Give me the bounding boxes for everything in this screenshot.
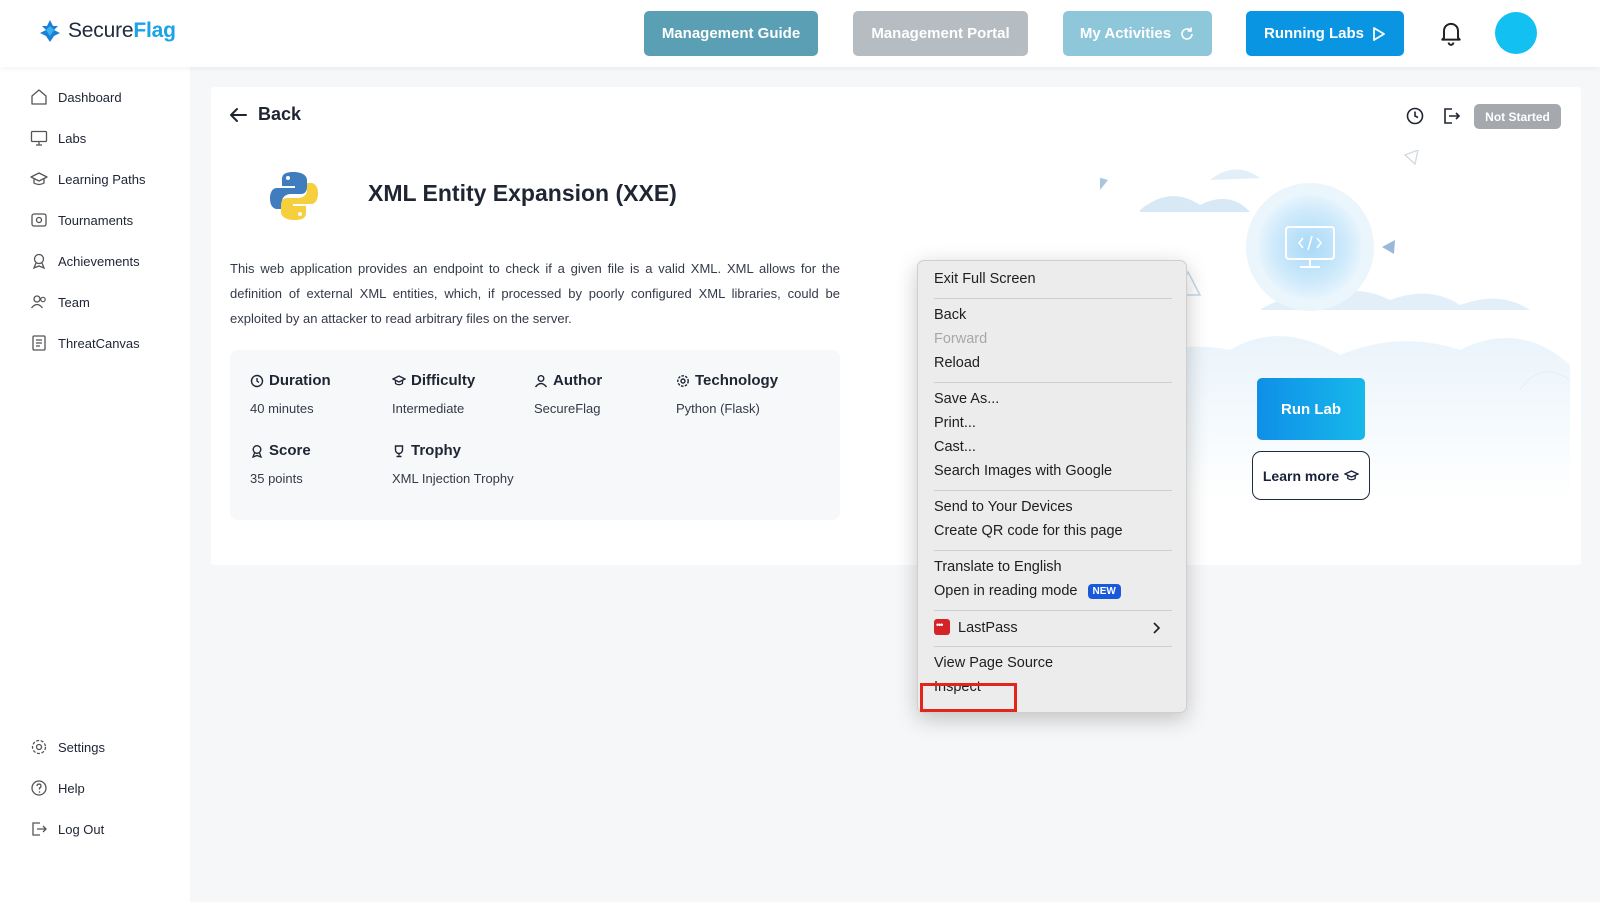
arrow-left-icon (230, 107, 247, 122)
history-icon[interactable] (1405, 106, 1425, 126)
context-menu: Exit Full Screen Back Forward Reload Sav… (917, 260, 1187, 713)
menu-item-back[interactable]: Back (934, 307, 966, 323)
menu-divider (934, 610, 1172, 611)
info-score: Score 35 points (250, 442, 311, 486)
menu-item-view-page-source[interactable]: View Page Source (934, 655, 1053, 671)
secureflag-logo-icon (40, 20, 60, 42)
gear-icon (677, 374, 689, 387)
sidebar-item-label: Learning Paths (58, 171, 146, 187)
menu-item-exit-full-screen[interactable]: Exit Full Screen (934, 271, 1036, 287)
sidebar-item-threatcanvas[interactable]: ThreatCanvas (30, 334, 140, 352)
sidebar: Dashboard Labs Learning Paths Tournament… (0, 67, 190, 902)
user-icon (534, 374, 548, 387)
sidebar-item-label: Labs (58, 130, 87, 146)
menu-divider (934, 490, 1172, 491)
team-icon (30, 295, 46, 309)
management-portal-button[interactable]: Management Portal (853, 11, 1028, 56)
menu-item-reload[interactable]: Reload (934, 355, 980, 371)
info-duration: Duration 40 minutes (250, 372, 331, 416)
sidebar-item-dashboard[interactable]: Dashboard (30, 88, 122, 106)
run-lab-button[interactable]: Run Lab (1257, 378, 1365, 440)
play-icon (1373, 26, 1385, 41)
menu-item-save-as[interactable]: Save As... (934, 391, 999, 407)
my-activities-button[interactable]: My Activities (1063, 11, 1212, 56)
graduation-cap-icon (1344, 469, 1360, 480)
menu-item-lastpass[interactable]: LastPass (934, 619, 1174, 636)
menu-item-search-images[interactable]: Search Images with Google (934, 463, 1112, 479)
menu-item-print[interactable]: Print... (934, 415, 976, 431)
sidebar-item-label: ThreatCanvas (58, 335, 140, 351)
sidebar-item-label: Tournaments (58, 212, 134, 228)
inspect-highlight-box (920, 683, 1017, 712)
menu-divider (934, 550, 1172, 551)
sidebar-item-label: Help (58, 780, 85, 796)
lab-description: This web application provides an endpoin… (230, 261, 840, 326)
graduation-cap-icon (392, 374, 406, 385)
sidebar-item-learning-paths[interactable]: Learning Paths (30, 170, 145, 188)
exit-icon[interactable] (1441, 106, 1461, 126)
management-guide-button[interactable]: Management Guide (644, 11, 818, 56)
sidebar-item-logout[interactable]: Log Out (30, 820, 104, 838)
gear-icon (31, 739, 47, 755)
sidebar-item-tournaments[interactable]: Tournaments (30, 211, 133, 229)
info-technology: Technology Python (Flask) (676, 372, 779, 416)
sidebar-item-label: Dashboard (58, 89, 122, 105)
notifications-bell-icon[interactable] (1437, 18, 1465, 46)
sidebar-item-label: Achievements (58, 253, 140, 269)
menu-item-create-qr-code[interactable]: Create QR code for this page (934, 523, 1123, 539)
help-icon (31, 780, 47, 796)
sidebar-item-label: Settings (58, 739, 105, 755)
status-badge: Not Started (1474, 104, 1561, 129)
menu-item-translate[interactable]: Translate to English (934, 559, 1062, 575)
info-author: Author SecureFlag (534, 372, 603, 416)
menu-item-reading-mode[interactable]: Open in reading mode NEW (934, 583, 1121, 599)
secureflag-logo[interactable]: SecureFlag (38, 18, 176, 44)
canvas-icon (32, 335, 46, 351)
sidebar-item-help[interactable]: Help (30, 779, 85, 797)
menu-item-cast[interactable]: Cast... (934, 439, 976, 455)
sidebar-item-team[interactable]: Team (30, 293, 90, 311)
menu-divider (934, 298, 1172, 299)
info-trophy: Trophy XML Injection Trophy (392, 442, 514, 486)
running-labs-button[interactable]: Running Labs (1246, 11, 1404, 56)
top-bar: SecureFlag Management Guide Management P… (0, 0, 1600, 67)
refresh-icon (1181, 27, 1193, 40)
menu-item-send-to-devices[interactable]: Send to Your Devices (934, 499, 1073, 515)
user-avatar[interactable] (1495, 12, 1537, 54)
new-badge: NEW (1087, 584, 1121, 599)
sidebar-item-label: Team (58, 294, 90, 310)
lab-info-box: Duration 40 minutes Difficulty Intermedi… (230, 350, 840, 520)
learn-more-button[interactable]: Learn more (1252, 451, 1370, 500)
lab-title: XML Entity Expansion (XXE) (368, 180, 677, 206)
menu-divider (934, 646, 1172, 647)
lastpass-icon (934, 619, 950, 635)
sidebar-item-achievements[interactable]: Achievements (30, 252, 140, 270)
clock-icon (250, 374, 264, 387)
logo-text: SecureFlag (68, 19, 176, 42)
back-button[interactable]: Back (228, 104, 301, 125)
medal-icon (32, 253, 46, 270)
info-difficulty: Difficulty Intermediate (392, 372, 476, 416)
tournament-icon (31, 213, 47, 227)
medal-icon (251, 444, 263, 458)
sidebar-item-settings[interactable]: Settings (30, 738, 105, 756)
sidebar-item-labs[interactable]: Labs (30, 129, 86, 147)
chevron-right-icon (1153, 622, 1160, 634)
menu-divider (934, 382, 1172, 383)
graduation-cap-icon (30, 172, 48, 186)
home-icon (31, 89, 47, 105)
monitor-icon (30, 130, 48, 146)
sidebar-item-label: Log Out (58, 821, 105, 837)
menu-item-forward: Forward (934, 331, 988, 347)
logout-icon (32, 822, 47, 836)
python-logo-icon (270, 172, 318, 220)
trophy-icon (394, 444, 404, 457)
